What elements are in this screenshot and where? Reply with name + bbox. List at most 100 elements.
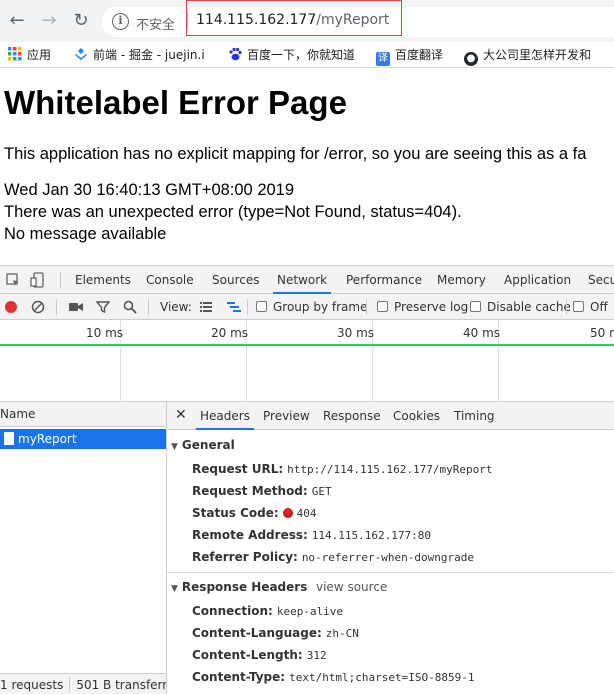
tab-sources[interactable]: Sources <box>208 266 263 294</box>
tab-separator <box>60 272 61 288</box>
error-message: No message available <box>4 225 167 243</box>
juejin-logo-icon <box>74 47 88 61</box>
inspect-element-icon[interactable] <box>2 267 24 295</box>
checkbox-box[interactable] <box>377 301 388 312</box>
name-column-header[interactable]: Name <box>0 402 166 427</box>
video-camera-icon[interactable] <box>68 294 84 320</box>
general-section-header[interactable]: ▼ General <box>171 438 235 452</box>
header-row: Remote Address: 114.115.162.177:80 <box>192 528 431 542</box>
tab-network[interactable]: Network <box>273 266 332 294</box>
devtools-panel: Elements Console Sources Network Perform… <box>0 265 614 694</box>
bookmark-label: 应用 <box>27 48 52 62</box>
request-list: Name myReport 1 requests 501 B transferre… <box>0 402 167 694</box>
disable-cache-checkbox[interactable]: Disable cache <box>470 294 571 320</box>
reload-icon[interactable]: ↻ <box>70 10 92 32</box>
devtools-tab-bar: Elements Console Sources Network Perform… <box>0 266 614 294</box>
tab-performance[interactable]: Performance <box>342 266 426 294</box>
detail-tab-bar: ✕ Headers Preview Response Cookies Timin… <box>167 402 614 430</box>
bookmark-baidu[interactable]: 百度一下，你就知道 <box>228 46 355 64</box>
request-detail-panel: ✕ Headers Preview Response Cookies Timin… <box>167 402 614 694</box>
bookmark-baidu-translate[interactable]: 译百度翻译 <box>376 46 444 66</box>
header-value: http://114.115.162.177/myReport <box>287 463 493 476</box>
bookmark-label: 大公司里怎样开发和 <box>483 48 592 62</box>
error-description: This application has no explicit mapping… <box>4 145 587 163</box>
section-divider <box>167 572 614 573</box>
network-timeline-overview[interactable]: 10 ms 20 ms 30 ms 40 ms 50 m <box>0 320 614 402</box>
tab-timing[interactable]: Timing <box>450 402 499 430</box>
url-highlight-box <box>186 0 402 36</box>
header-row: Request Method: GET <box>192 484 332 498</box>
tab-elements[interactable]: Elements <box>71 266 135 294</box>
info-icon[interactable]: i <box>112 13 129 30</box>
tab-cookies[interactable]: Cookies <box>389 402 444 430</box>
clear-icon[interactable] <box>31 294 45 320</box>
header-key: Connection: <box>192 604 273 618</box>
header-key: Remote Address: <box>192 528 308 542</box>
bookmark-label: 百度一下，你就知道 <box>247 48 356 62</box>
checkbox-box[interactable] <box>573 301 584 312</box>
toolbar-separator <box>366 299 367 315</box>
checkbox-box[interactable] <box>256 301 267 312</box>
github-icon: ● <box>464 52 478 66</box>
header-value: zh-CN <box>325 627 359 640</box>
header-row: Content-Language: zh-CN <box>192 626 359 640</box>
timeline-tick-label: 50 m <box>590 326 614 340</box>
checkbox-label: Preserve log <box>394 300 469 314</box>
forward-arrow-icon[interactable]: → <box>38 10 60 32</box>
header-row: Request URL: http://114.115.162.177/myRep… <box>192 462 492 476</box>
request-name: myReport <box>18 432 77 446</box>
header-key: Content-Length: <box>192 648 303 662</box>
error-type: There was an unexpected error (type=Not … <box>4 203 462 221</box>
tab-memory[interactable]: Memory <box>433 266 490 294</box>
filter-icon[interactable] <box>95 294 111 320</box>
tab-security[interactable]: Secu <box>584 266 614 294</box>
tab-response[interactable]: Response <box>319 402 385 430</box>
transferred-size: 501 B transferre... <box>76 678 166 692</box>
search-icon[interactable] <box>123 294 137 320</box>
bookmark-apps[interactable]: 应用 <box>8 46 51 64</box>
error-timestamp: Wed Jan 30 16:40:13 GMT+08:00 2019 <box>4 181 295 199</box>
bookmark-github[interactable]: ● 大公司里怎样开发和 <box>464 46 592 66</box>
header-row: Content-Length: 312 <box>192 648 327 662</box>
timeline-tick-label: 10 ms <box>86 326 124 340</box>
network-toolbar: View: Group by frame Preserve log Disabl… <box>0 294 614 320</box>
status-separator <box>69 677 71 691</box>
toolbar-separator <box>566 299 567 315</box>
header-key: Status Code: <box>192 506 279 520</box>
network-status-bar: 1 requests 501 B transferre... <box>0 673 166 694</box>
large-rows-icon[interactable] <box>199 294 213 320</box>
expand-triangle-icon: ▼ <box>171 584 178 594</box>
security-label[interactable]: 不安全 <box>136 14 175 33</box>
section-title: General <box>181 438 235 452</box>
header-key: Referrer Policy: <box>192 550 298 564</box>
response-headers-section-header[interactable]: ▼ Response Headers <box>171 580 307 594</box>
tab-preview[interactable]: Preview <box>259 402 314 430</box>
group-by-frame-checkbox[interactable]: Group by frame <box>256 294 367 320</box>
offline-checkbox[interactable]: Off <box>573 294 608 320</box>
column-header-label: Name <box>0 407 36 421</box>
timeline-tick-label: 20 ms <box>211 326 249 340</box>
bookmarks-bar: 应用 前端 - 掘金 - juejin.i 百度一下，你就知道 译百度翻译 ● 大… <box>0 42 614 68</box>
tab-application[interactable]: Application <box>500 266 575 294</box>
header-row: Referrer Policy: no-referrer-when-downgra… <box>192 550 474 564</box>
request-row[interactable]: myReport <box>0 429 166 449</box>
device-toolbar-icon[interactable] <box>26 267 48 295</box>
header-key: Request URL: <box>192 462 284 476</box>
tab-console[interactable]: Console <box>142 266 198 294</box>
record-icon[interactable] <box>4 294 18 320</box>
status-error-dot-icon <box>282 508 293 518</box>
close-icon[interactable]: ✕ <box>175 402 187 430</box>
bookmark-label: 百度翻译 <box>395 48 444 62</box>
back-arrow-icon[interactable]: ← <box>6 10 28 32</box>
timeline-tick-label: 40 ms <box>463 326 501 340</box>
section-title: Response Headers <box>181 580 308 594</box>
view-source-link[interactable]: view source <box>316 580 387 594</box>
preserve-log-checkbox[interactable]: Preserve log <box>377 294 468 320</box>
checkbox-box[interactable] <box>470 301 481 312</box>
header-row: Content-Type: text/html;charset=ISO-8859-… <box>192 670 475 684</box>
waterfall-overview-icon[interactable] <box>226 294 242 320</box>
bookmark-juejin[interactable]: 前端 - 掘金 - juejin.i <box>74 46 205 64</box>
translate-icon: 译 <box>376 52 390 66</box>
tab-headers[interactable]: Headers <box>196 402 254 430</box>
header-key: Request Method: <box>192 484 308 498</box>
